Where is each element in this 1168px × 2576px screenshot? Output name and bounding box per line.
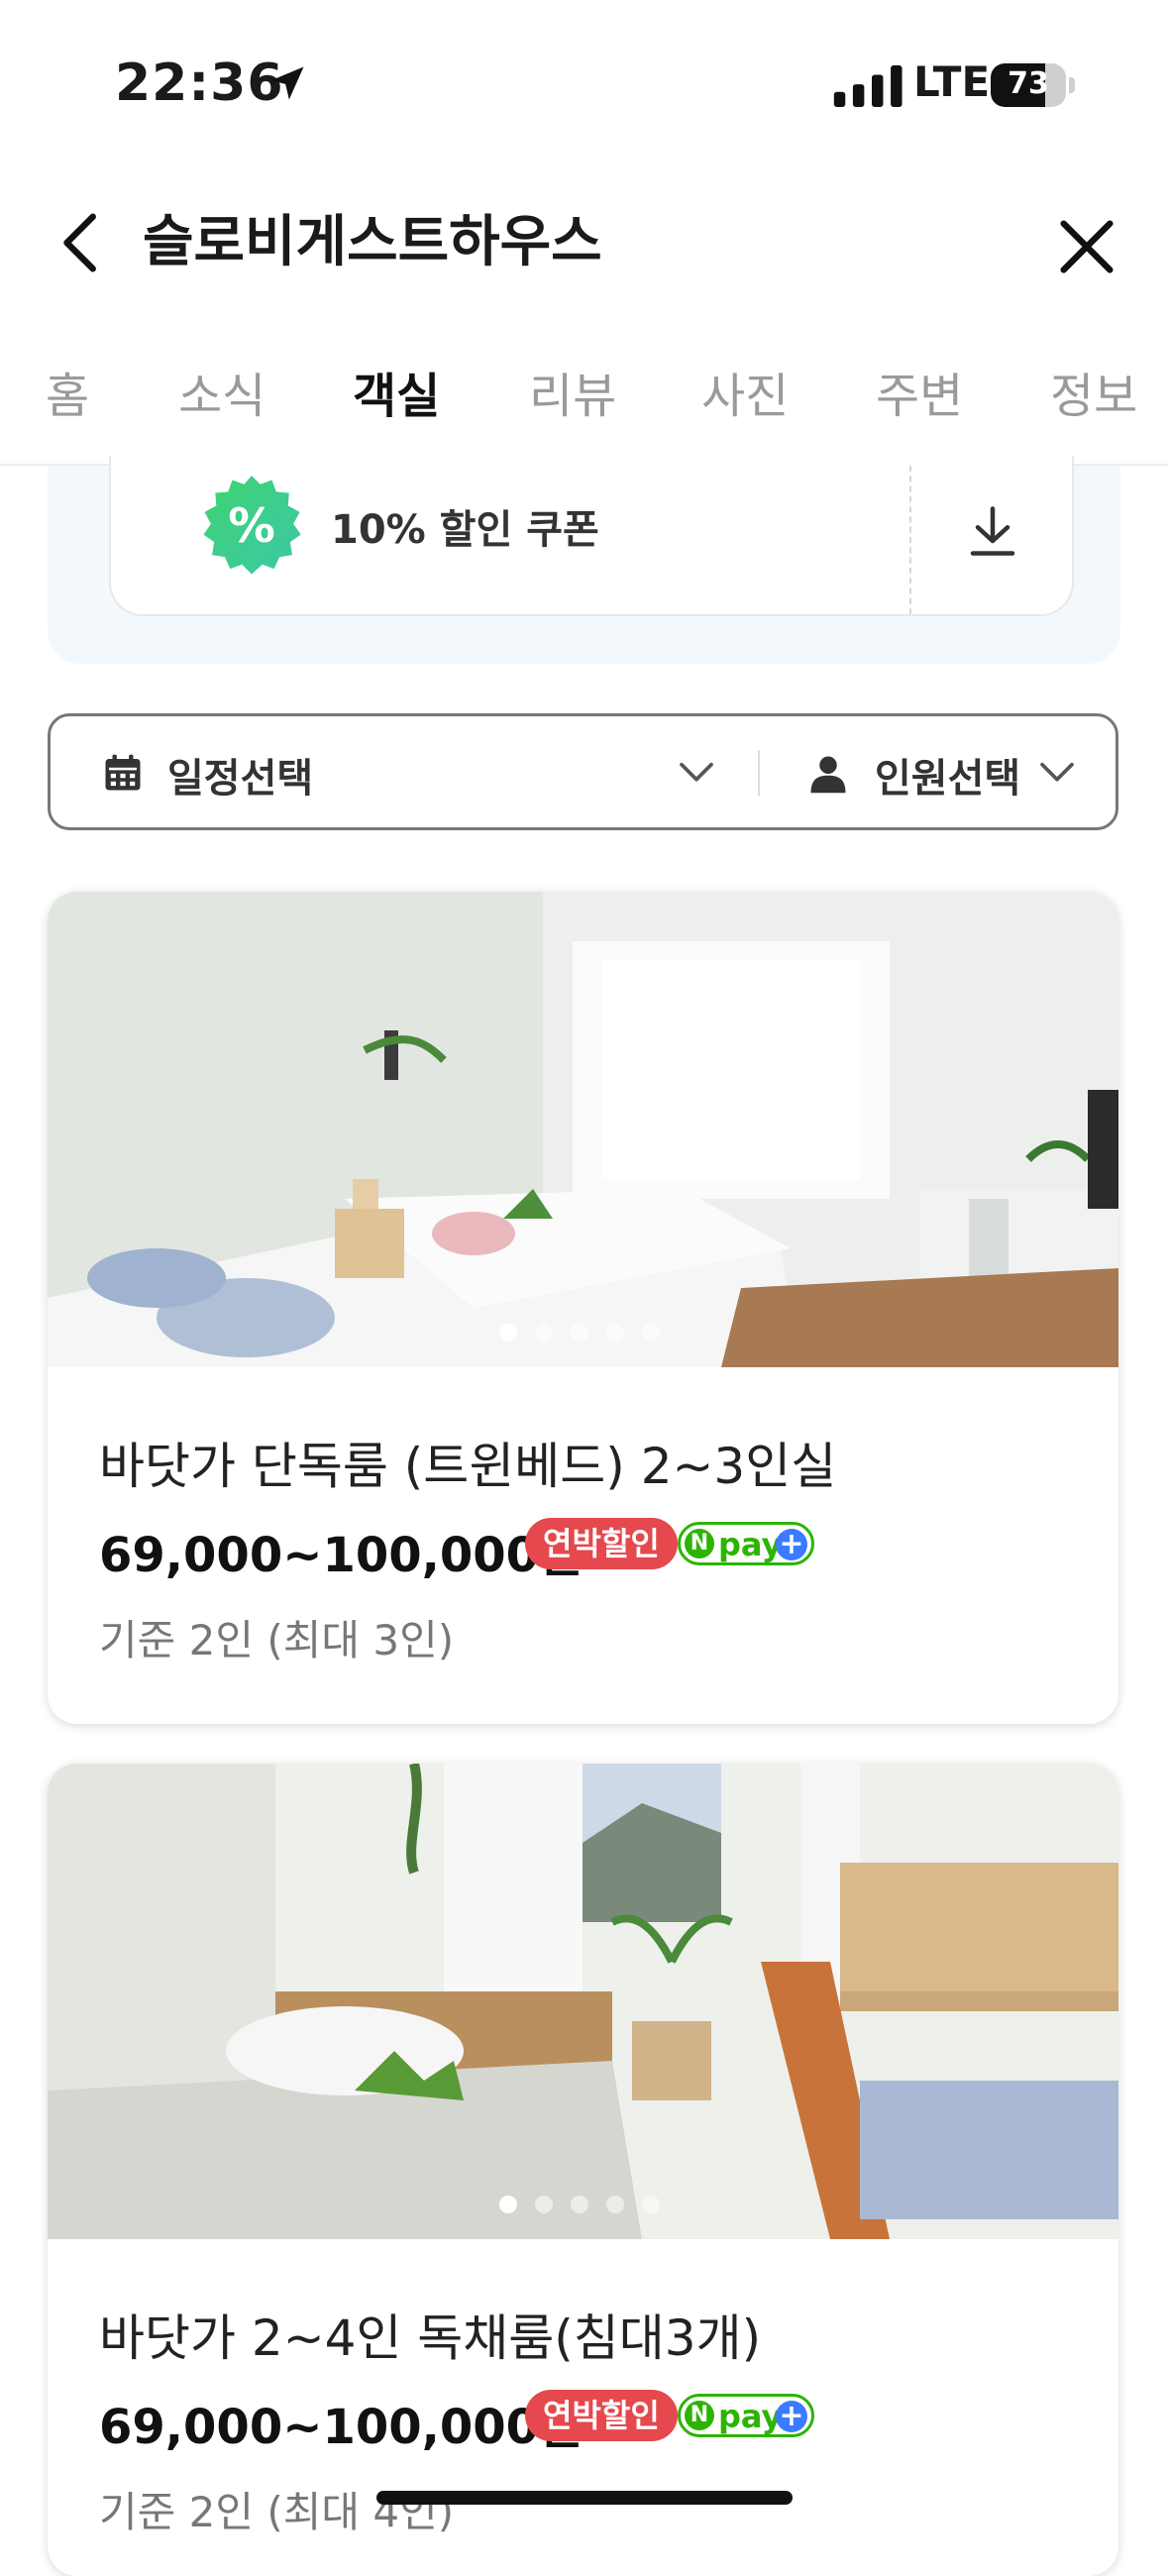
npay-badge: N pay + [678, 2394, 814, 2437]
room-capacity: 기준 2인 (최대 3인) [99, 1616, 455, 1664]
status-bar: 22:36 LTE 73 [0, 0, 1168, 168]
location-arrow-icon [270, 66, 304, 100]
photo-carousel-dots [499, 1324, 697, 1343]
carousel-dot[interactable] [499, 1324, 517, 1342]
plus-icon: + [776, 1529, 807, 1560]
tab-reviews[interactable]: 리뷰 [529, 357, 616, 426]
tab-info[interactable]: 정보 [1050, 357, 1137, 426]
multi-night-discount-badge: 연박할인 [525, 2390, 678, 2441]
npay-badge: N pay + [678, 1522, 814, 1565]
chevron-down-icon[interactable] [1037, 758, 1077, 788]
filter-bar: 일정선택 인원선택 [48, 713, 1118, 830]
room-card[interactable]: 바닷가 2~4인 독채룸(침대3개) 69,000~100,000원 연박할인 … [48, 1764, 1118, 2576]
back-arrow-icon[interactable] [50, 208, 119, 277]
network-label: LTE [913, 57, 991, 106]
calendar-icon [105, 754, 141, 791]
room-photo[interactable] [48, 892, 1118, 1367]
room-name: 바닷가 2~4인 독채룸(침대3개) [99, 2309, 762, 2367]
app-header: 슬로비게스트하우스 [0, 188, 1168, 307]
npay-label: pay [718, 1526, 783, 1563]
npay-logo-icon: N [685, 1529, 714, 1558]
battery-icon: 73 [991, 63, 1075, 107]
tab-news[interactable]: 소식 [178, 357, 265, 426]
filter-divider [758, 750, 760, 796]
room-card[interactable]: 바닷가 단독룸 (트윈베드) 2~3인실 69,000~100,000원 연박할… [48, 892, 1118, 1724]
chevron-down-icon[interactable] [677, 758, 716, 788]
room-price: 69,000~100,000원 [99, 1528, 584, 1583]
discount-percent-icon: % [203, 476, 301, 575]
multi-night-discount-badge: 연박할인 [525, 1518, 678, 1569]
plus-icon: + [776, 2401, 807, 2432]
tab-home[interactable]: 홈 [46, 357, 89, 426]
photo-carousel-dots [499, 2196, 697, 2215]
room-price: 69,000~100,000원 [99, 2400, 584, 2455]
carousel-dot[interactable] [606, 1324, 624, 1342]
room-photo[interactable] [48, 1764, 1118, 2239]
carousel-dot[interactable] [642, 2196, 660, 2213]
carousel-dot[interactable] [642, 1324, 660, 1342]
npay-label: pay [718, 2398, 783, 2435]
carousel-dot[interactable] [606, 2196, 624, 2213]
carousel-dot[interactable] [571, 2196, 588, 2213]
signal-icon [833, 65, 903, 107]
date-select-button[interactable]: 일정선택 [167, 746, 313, 804]
person-icon [810, 756, 846, 794]
room-capacity: 기준 2인 (최대 4인) [99, 2488, 455, 2536]
battery-level: 73 [1008, 66, 1049, 101]
coupon-divider [909, 466, 911, 614]
tab-bar: 홈 소식 객실 리뷰 사진 주변 정보 [0, 347, 1168, 466]
carousel-dot[interactable] [535, 2196, 553, 2213]
carousel-dot[interactable] [535, 1324, 553, 1342]
tab-rooms[interactable]: 객실 [353, 357, 440, 426]
status-time: 22:36 [115, 54, 284, 113]
carousel-dot[interactable] [571, 1324, 588, 1342]
close-icon[interactable] [1052, 212, 1121, 281]
download-icon[interactable] [963, 501, 1022, 561]
coupon-badge-symbol: % [228, 499, 275, 554]
carousel-dot[interactable] [499, 2196, 517, 2213]
page-title: 슬로비게스트하우스 [143, 210, 602, 274]
people-select-button[interactable]: 인원선택 [875, 746, 1020, 804]
coupon-label: 10% 할인 쿠폰 [331, 507, 599, 553]
npay-logo-icon: N [685, 2401, 714, 2430]
room-name: 바닷가 단독룸 (트윈베드) 2~3인실 [99, 1438, 837, 1495]
home-indicator[interactable] [376, 2491, 793, 2505]
tab-nearby[interactable]: 주변 [876, 357, 963, 426]
tab-photos[interactable]: 사진 [701, 357, 789, 426]
